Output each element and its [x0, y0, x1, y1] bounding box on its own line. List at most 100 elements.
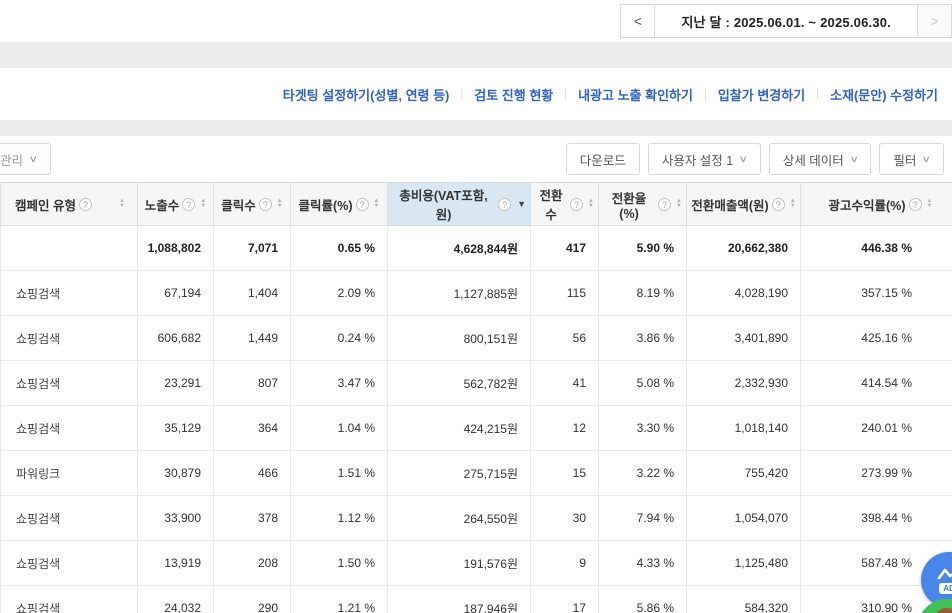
link-change-bid[interactable]: 입찰가 변경하기 [718, 85, 805, 104]
col-header-conversion-revenue[interactable]: 전환매출액(원)? ▲ ▼ [686, 182, 801, 226]
link-divider: | [564, 88, 568, 100]
col-header-roas[interactable]: 광고수익률(%)? ▲ ▼ [800, 182, 952, 226]
ctr-cell: 0.65 % [290, 225, 388, 271]
divider-band [0, 42, 952, 68]
conversions-cell: 41 [530, 360, 599, 406]
col-label-campaign-type: 캠페인 유형 [15, 198, 76, 213]
campaign-stats-table: 캠페인 유형? ▲ ▼ 노출수? ▲ ▼ 클릭수? ▲ ▼ 클릭률(%)? ▲ ▼ 총비용(VAT포함,… [0, 182, 952, 613]
link-targeting-settings[interactable]: 타겟팅 설정하기(성별, 연령 등) [283, 85, 450, 104]
link-divider: | [460, 88, 464, 100]
sort-desc-icon[interactable]: ▼ [517, 199, 526, 209]
sort-icon[interactable]: ▲ ▼ [374, 198, 380, 209]
clicks-cell: 208 [213, 540, 291, 586]
table-toolbar: 관리 ∨ 다운로드 사용자 설정 1 ∨ 상세 데이터 ∨ 필터 ∨ [0, 136, 952, 182]
total-cost-cell: 562,782원 [387, 360, 531, 406]
col-header-clicks[interactable]: 클릭수? ▲ ▼ [213, 182, 291, 226]
conversion-revenue-cell: 2,332,930 [686, 360, 801, 406]
table-row: 쇼핑검색 33,900 378 1.12 % 264,550원 30 7.94 % 1,054… [0, 495, 952, 541]
user-setting-dropdown-button[interactable]: 사용자 설정 1 ∨ [647, 143, 761, 175]
help-icon[interactable]: ? [498, 197, 512, 211]
table-row: 쇼핑검색 23,291 807 3.47 % 562,782원 41 5.08 % 2,332… [0, 360, 952, 406]
clicks-cell: 1,404 [213, 270, 291, 316]
manage-dropdown-button[interactable]: 관리 ∨ [0, 143, 51, 175]
prev-month-button[interactable]: < [620, 4, 655, 38]
total-cost-cell: 424,215원 [387, 405, 531, 451]
help-icon[interactable]: ? [771, 197, 785, 211]
roas-cell: 446.38 % [800, 225, 952, 271]
help-icon[interactable]: ? [908, 197, 922, 211]
campaign-type-cell: 쇼핑검색 [0, 270, 138, 316]
next-month-button[interactable]: > [918, 4, 952, 38]
conversion-rate-cell: 5.08 % [598, 360, 687, 406]
sort-icon[interactable]: ▲ ▼ [200, 198, 206, 209]
ctr-cell: 0.24 % [290, 315, 388, 361]
help-icon[interactable]: ? [658, 197, 672, 211]
conversion-rate-cell: 8.19 % [598, 270, 687, 316]
col-header-conversions[interactable]: 전환수? ▲ ▼ [530, 182, 599, 226]
col-header-ctr[interactable]: 클릭률(%)? ▲ ▼ [290, 182, 388, 226]
col-header-campaign-type[interactable]: 캠페인 유형? ▲ ▼ [0, 182, 138, 226]
conversion-revenue-cell: 1,125,480 [686, 540, 801, 586]
col-label-conversion-rate: 전환율(%) [611, 191, 647, 221]
campaign-type-cell: 쇼핑검색 [0, 495, 138, 541]
chevron-down-icon: ∨ [738, 153, 749, 164]
detail-data-dropdown-button[interactable]: 상세 데이터 ∨ [768, 143, 872, 175]
col-label-roas: 광고수익률(%) [828, 198, 906, 213]
totals-row: 1,088,802 7,071 0.65 % 4,628,844원 417 5.90 % 2… [0, 225, 952, 271]
col-label-conversion-revenue: 전환매출액(원) [691, 198, 769, 213]
top-bar: < 지난 달 : 2025.06.01. ~ 2025.06.30. > [0, 0, 952, 42]
help-icon[interactable]: ? [570, 197, 584, 211]
conversion-revenue-cell: 1,018,140 [686, 405, 801, 451]
sort-icon[interactable]: ▲ ▼ [277, 198, 283, 209]
help-icon[interactable]: ? [182, 197, 196, 211]
campaign-type-cell: 쇼핑검색 [0, 405, 138, 451]
impressions-cell: 24,032 [137, 585, 214, 613]
campaign-type-cell: 파워링크 [0, 450, 138, 496]
table-row: 쇼핑검색 24,032 290 1.21 % 187,946원 17 5.86 % 584,3… [0, 585, 952, 613]
ctr-cell: 1.50 % [290, 540, 388, 586]
roas-cell: 425.16 % [800, 315, 952, 361]
col-label-ctr: 클릭률(%) [298, 198, 353, 213]
sort-icon[interactable]: ▲ ▼ [588, 198, 594, 209]
sort-icon[interactable]: ▲ ▼ [676, 198, 682, 209]
col-header-conversion-rate[interactable]: 전환율(%)? ▲ ▼ [598, 182, 687, 226]
ctr-cell: 1.21 % [290, 585, 388, 613]
conversion-revenue-cell: 3,401,890 [686, 315, 801, 361]
help-icon[interactable]: ? [78, 197, 92, 211]
impressions-cell: 30,879 [137, 450, 214, 496]
chevron-down-icon: ∨ [849, 153, 859, 164]
sort-icon[interactable]: ▲ ▼ [790, 198, 796, 209]
conversion-rate-cell: 3.86 % [598, 315, 687, 361]
total-cost-cell: 191,576원 [387, 540, 531, 586]
conversions-cell: 9 [530, 540, 599, 586]
impressions-cell: 35,129 [137, 405, 214, 451]
filter-dropdown-button[interactable]: 필터 ∨ [879, 143, 944, 175]
col-header-total-cost[interactable]: 총비용(VAT포함,원)? ▼ [387, 182, 531, 226]
conversion-rate-cell: 3.30 % [598, 405, 687, 451]
roas-cell: 398.44 % [800, 495, 952, 541]
help-icon[interactable]: ? [258, 197, 272, 211]
clicks-cell: 1,449 [213, 315, 291, 361]
conversion-rate-cell: 3.22 % [598, 450, 687, 496]
ad-badge: AD [939, 582, 952, 594]
download-label: 다운로드 [579, 153, 626, 168]
conversion-rate-cell: 5.86 % [598, 585, 687, 613]
conversion-revenue-cell: 755,420 [686, 450, 801, 496]
conversions-cell: 417 [530, 225, 599, 271]
col-header-impressions[interactable]: 노출수? ▲ ▼ [137, 182, 214, 226]
col-label-conversions: 전환수 [539, 189, 563, 222]
conversion-rate-cell: 5.90 % [598, 225, 687, 271]
sort-icon[interactable]: ▲ ▼ [119, 198, 125, 209]
ctr-cell: 1.51 % [290, 450, 388, 496]
link-review-status[interactable]: 검토 진행 현황 [474, 85, 553, 104]
sort-icon[interactable]: ▲ ▼ [927, 198, 933, 209]
conversion-rate-cell: 4.33 % [598, 540, 687, 586]
link-edit-creative[interactable]: 소재(문안) 수정하기 [830, 85, 938, 104]
link-check-ad-exposure[interactable]: 내광고 노출 확인하기 [578, 85, 693, 104]
help-icon[interactable]: ? [355, 197, 369, 211]
download-button[interactable]: 다운로드 [565, 143, 640, 175]
clicks-cell: 807 [213, 360, 291, 406]
conversions-cell: 30 [530, 495, 599, 541]
conversions-cell: 15 [530, 450, 599, 496]
campaign-type-cell: 쇼핑검색 [0, 315, 138, 361]
